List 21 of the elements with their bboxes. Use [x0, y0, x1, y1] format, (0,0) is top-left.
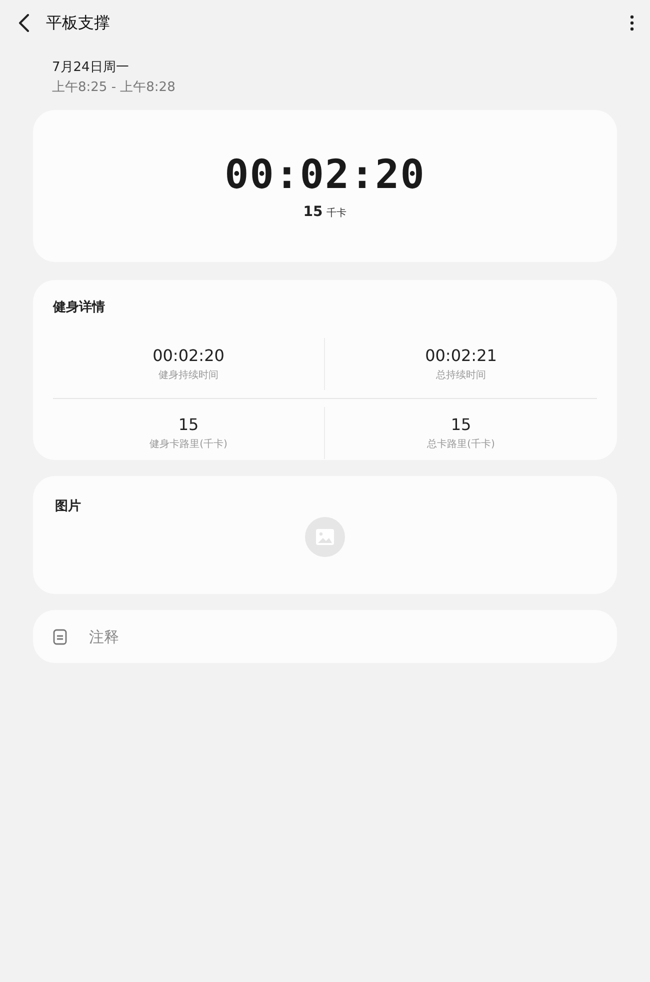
notes-field[interactable]: 注释: [87, 626, 291, 646]
calories-unit: 千卡: [326, 206, 347, 220]
section-title: 图片: [55, 498, 82, 515]
image-icon: [316, 529, 334, 545]
session-date: 7月24日周一: [52, 59, 130, 77]
session-time-range: 上午8:25 - 上午8:28: [52, 79, 176, 97]
stat-value: 15: [450, 415, 472, 434]
stat-value: 15: [178, 415, 199, 434]
back-button[interactable]: [16, 12, 32, 34]
stat-label: 总持续时间: [436, 368, 486, 382]
stat-label: 总卡路里(千卡): [427, 438, 495, 451]
stat-label: 健身持续时间: [158, 368, 218, 382]
stat-value: 00:02:21: [425, 346, 497, 365]
section-title: 健身详情: [53, 298, 106, 316]
stat-label: 健身卡路里(千卡): [150, 438, 228, 451]
note-icon: [53, 628, 67, 644]
workout-timer: 00:02:20: [224, 152, 426, 198]
stat-value: 00:02:20: [152, 346, 224, 365]
calories-value: 15: [303, 204, 323, 220]
more-options-button[interactable]: [628, 13, 636, 33]
page-title: 平板支撑: [46, 12, 110, 34]
